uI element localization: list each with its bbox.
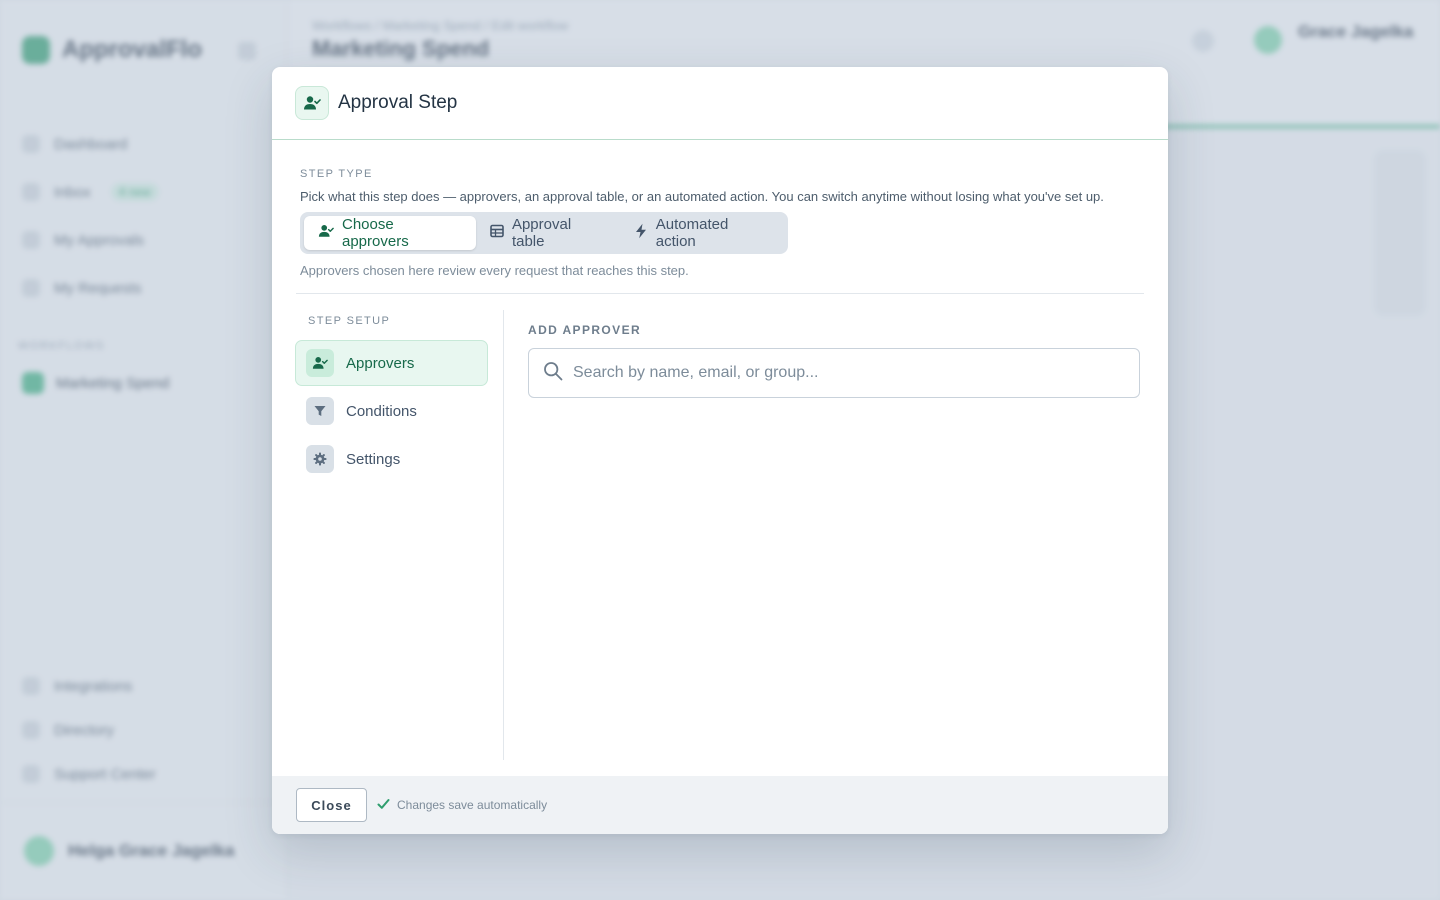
option-label: Approval table bbox=[511, 216, 572, 250]
step-type-hint: Approvers chosen here review every reque… bbox=[300, 263, 689, 278]
automated-action-option[interactable]: Automated action bbox=[620, 216, 784, 250]
user-check-icon bbox=[318, 223, 334, 243]
approver-search-box bbox=[528, 348, 1140, 398]
setup-item-settings[interactable]: Settings bbox=[295, 436, 488, 482]
setup-item-label: Conditions bbox=[346, 402, 417, 420]
close-button[interactable]: Close bbox=[296, 788, 367, 822]
step-setup-label: STEP SETUP bbox=[308, 315, 391, 327]
autosave-status: Changes save automatically bbox=[377, 798, 547, 813]
user-check-icon bbox=[295, 86, 329, 120]
modal-footer: Close Changes save automatically bbox=[272, 776, 1168, 834]
pane-divider bbox=[503, 310, 504, 760]
section-divider bbox=[296, 293, 1144, 294]
step-type-description: Pick what this step does — approvers, an… bbox=[300, 189, 1104, 204]
autosave-text: Changes save automatically bbox=[397, 798, 548, 812]
setup-item-approvers[interactable]: Approvers bbox=[295, 340, 488, 386]
step-type-toggle: Choose approvers Approval table Automate… bbox=[300, 212, 788, 254]
setup-item-label: Settings bbox=[346, 450, 401, 468]
step-type-label: STEP TYPE bbox=[300, 168, 373, 180]
approval-step-modal: Approval Step STEP TYPE Pick what this s… bbox=[272, 67, 1168, 834]
search-icon bbox=[543, 361, 563, 386]
setup-item-conditions[interactable]: Conditions bbox=[295, 388, 488, 434]
approver-search-input[interactable] bbox=[573, 364, 1133, 382]
choose-approvers-option[interactable]: Choose approvers bbox=[304, 216, 476, 250]
modal-header: Approval Step bbox=[272, 67, 1168, 140]
filter-icon bbox=[306, 397, 334, 425]
table-icon bbox=[490, 224, 504, 242]
add-approver-label: ADD APPROVER bbox=[528, 323, 642, 337]
approvers-pane: ADD APPROVER bbox=[528, 323, 1140, 398]
modal-title: Approval Step bbox=[338, 92, 458, 113]
check-icon bbox=[377, 798, 390, 813]
bolt-icon bbox=[634, 223, 648, 243]
step-setup-nav: STEP SETUP Approvers Conditions Settings bbox=[295, 315, 488, 484]
approval-table-option[interactable]: Approval table bbox=[476, 216, 620, 250]
option-label: Choose approvers bbox=[342, 216, 409, 250]
option-label: Automated action bbox=[655, 216, 729, 250]
gear-icon bbox=[306, 445, 334, 473]
setup-item-label: Approvers bbox=[346, 354, 415, 372]
user-check-icon bbox=[306, 349, 334, 377]
step-type-section: STEP TYPE Pick what this step does — app… bbox=[300, 168, 1144, 278]
